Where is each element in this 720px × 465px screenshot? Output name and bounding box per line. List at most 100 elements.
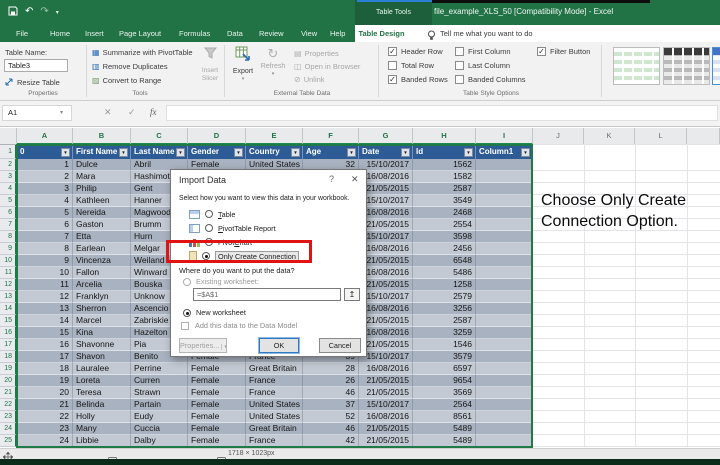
table-header-cell[interactable]: Country▼ [246, 145, 303, 159]
column-header-H[interactable]: H [413, 128, 476, 145]
row-header-10[interactable]: 10 [0, 255, 17, 267]
cell[interactable]: Female [188, 423, 246, 435]
cell[interactable] [476, 267, 533, 279]
cell[interactable]: 4 [17, 195, 73, 207]
cell[interactable]: 6548 [413, 255, 476, 267]
cell[interactable]: Eudy [131, 411, 188, 423]
table-header-cell[interactable]: First Name▼ [73, 145, 131, 159]
cell[interactable]: 11 [17, 279, 73, 291]
cell[interactable] [476, 351, 533, 363]
table-header-cell[interactable]: Gender▼ [188, 145, 246, 159]
cell[interactable]: 46 [303, 387, 359, 399]
cell[interactable] [476, 231, 533, 243]
table-header-cell[interactable]: 0▼ [17, 145, 73, 159]
row-header-19[interactable]: 19 [0, 363, 17, 375]
cell[interactable]: 2468 [413, 207, 476, 219]
cell[interactable]: 21/05/2015 [359, 255, 413, 267]
cell[interactable]: Female [188, 375, 246, 387]
cell[interactable]: 6 [17, 219, 73, 231]
cell[interactable]: 12 [17, 291, 73, 303]
cell[interactable]: 21/05/2015 [359, 219, 413, 231]
cancel-button[interactable]: Cancel [319, 338, 361, 353]
cell[interactable]: 46 [303, 423, 359, 435]
cell[interactable]: 37 [303, 399, 359, 411]
cell[interactable]: Shavonne [73, 339, 131, 351]
cell[interactable]: 3598 [413, 231, 476, 243]
cell[interactable]: 10 [17, 267, 73, 279]
filter-button[interactable]: ▼ [291, 148, 300, 157]
column-header-m[interactable] [687, 128, 720, 145]
cell[interactable]: 5 [17, 207, 73, 219]
cell[interactable]: 5489 [413, 435, 476, 447]
row-header-13[interactable]: 13 [0, 291, 17, 303]
cell[interactable]: Kina [73, 327, 131, 339]
cell[interactable]: Franklyn [73, 291, 131, 303]
cell[interactable]: 21/05/2015 [359, 315, 413, 327]
table-header-cell[interactable]: Last Name▼ [131, 145, 188, 159]
option-radio[interactable] [205, 224, 213, 232]
cell[interactable]: 23 [17, 423, 73, 435]
collapse-dialog-button[interactable]: ↥ [344, 288, 360, 301]
cell[interactable]: 3549 [413, 195, 476, 207]
cell[interactable]: Female [188, 387, 246, 399]
ok-button[interactable]: OK [259, 338, 299, 353]
dialog-option-table[interactable]: Table [189, 208, 235, 220]
cell[interactable]: 3579 [413, 351, 476, 363]
column-header-B[interactable]: B [73, 128, 131, 145]
cell[interactable]: 20 [17, 387, 73, 399]
cell[interactable]: 15/10/2017 [359, 399, 413, 411]
row-header-2[interactable]: 2 [0, 159, 17, 171]
cell[interactable]: Kathleen [73, 195, 131, 207]
cell[interactable] [476, 243, 533, 255]
cell[interactable]: 21/05/2015 [359, 339, 413, 351]
cell[interactable]: Perrine [131, 363, 188, 375]
cell[interactable]: 16/08/2016 [359, 411, 413, 423]
filter-button[interactable]: ▼ [61, 148, 70, 157]
cell[interactable] [476, 207, 533, 219]
cell[interactable] [476, 411, 533, 423]
column-header-D[interactable]: D [188, 128, 246, 145]
dialog-help-icon[interactable]: ? [329, 174, 334, 184]
column-header-A[interactable]: A [17, 128, 73, 145]
cell[interactable]: Female [188, 411, 246, 423]
row-header-23[interactable]: 23 [0, 411, 17, 423]
cell[interactable]: Gaston [73, 219, 131, 231]
cell[interactable]: 2587 [413, 183, 476, 195]
new-worksheet-radio[interactable] [183, 309, 191, 317]
cell[interactable] [476, 159, 533, 171]
cell[interactable]: Great Britain [246, 423, 303, 435]
cell[interactable] [476, 363, 533, 375]
cell[interactable]: 2587 [413, 315, 476, 327]
column-header-F[interactable]: F [303, 128, 359, 145]
cell[interactable]: 7 [17, 231, 73, 243]
cell[interactable]: 16 [17, 339, 73, 351]
cell[interactable]: France [246, 375, 303, 387]
cell[interactable]: 5489 [413, 423, 476, 435]
cell[interactable]: United States [246, 411, 303, 423]
cell[interactable]: Curren [131, 375, 188, 387]
cell[interactable]: 52 [303, 411, 359, 423]
row-header-22[interactable]: 22 [0, 399, 17, 411]
existing-worksheet-radio[interactable] [183, 278, 191, 286]
cell[interactable]: Vincenza [73, 255, 131, 267]
row-header-7[interactable]: 7 [0, 219, 17, 231]
row-header-5[interactable]: 5 [0, 195, 17, 207]
cell[interactable]: 15 [17, 327, 73, 339]
cell[interactable] [476, 291, 533, 303]
cell[interactable]: Teresa [73, 387, 131, 399]
cell[interactable]: 21/05/2015 [359, 375, 413, 387]
cell[interactable] [476, 303, 533, 315]
cell[interactable]: 16/08/2016 [359, 303, 413, 315]
cell[interactable] [476, 315, 533, 327]
cell[interactable]: Female [188, 399, 246, 411]
cell[interactable]: 15/10/2017 [359, 231, 413, 243]
cell[interactable]: Partain [131, 399, 188, 411]
row-header-25[interactable]: 25 [0, 435, 17, 447]
cell[interactable]: 13 [17, 303, 73, 315]
cell[interactable]: 3256 [413, 303, 476, 315]
cell[interactable] [476, 387, 533, 399]
row-header-11[interactable]: 11 [0, 267, 17, 279]
row-header-17[interactable]: 17 [0, 339, 17, 351]
cell[interactable]: Sherron [73, 303, 131, 315]
row-header-24[interactable]: 24 [0, 423, 17, 435]
